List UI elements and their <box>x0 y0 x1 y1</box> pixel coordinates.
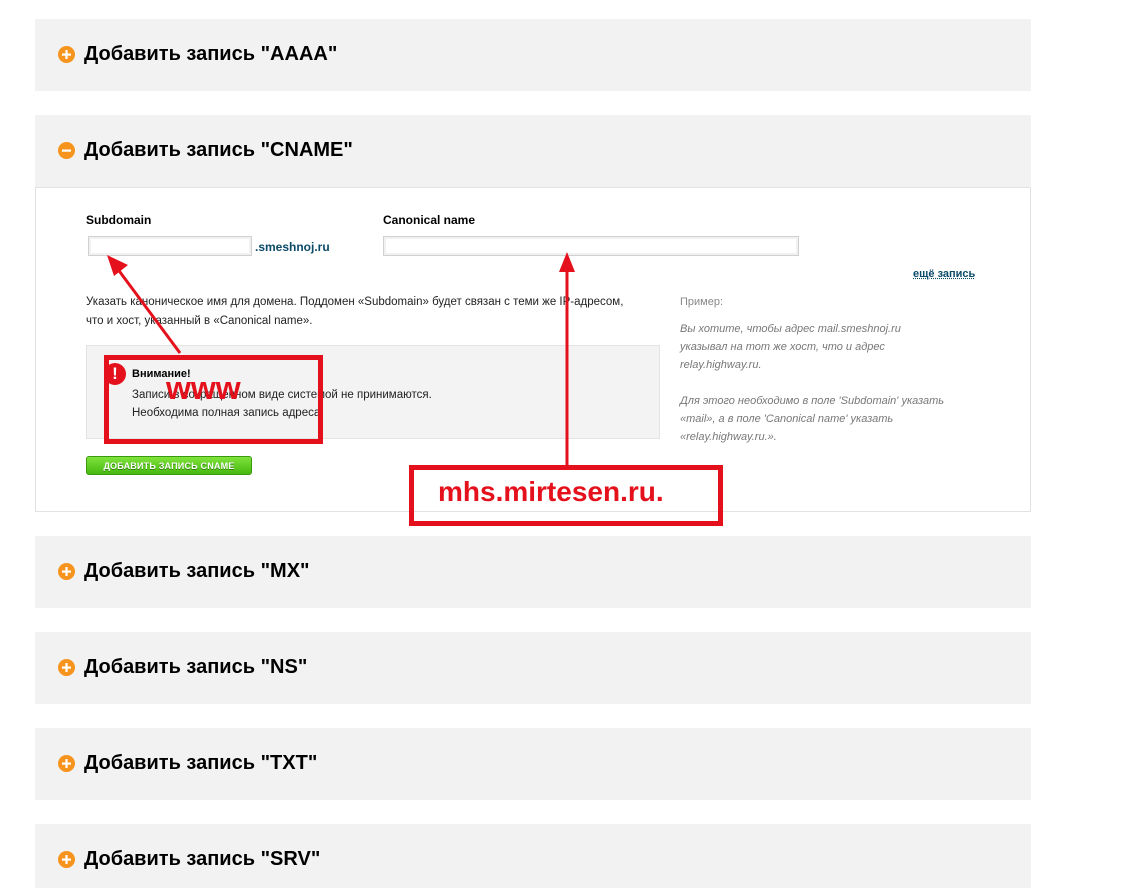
minus-icon[interactable] <box>58 142 75 159</box>
subdomain-input[interactable] <box>88 236 252 256</box>
example-line: «mail», а в поле 'Canonical name' указат… <box>680 413 894 425</box>
plus-icon[interactable] <box>58 851 75 868</box>
section-cname-title[interactable]: Добавить запись "CNAME" <box>84 139 353 162</box>
section-mx-title[interactable]: Добавить запись "MX" <box>84 560 310 583</box>
www-annotation-label: www <box>166 370 241 406</box>
section-aaaa-title[interactable]: Добавить запись "AAAA" <box>84 43 337 66</box>
canonical-name-label: Canonical name <box>383 213 476 227</box>
description-line: Указать каноническое имя для домена. Под… <box>86 296 624 308</box>
example-line: указывал на тот же хост, что и адрес <box>680 341 885 353</box>
example-block: Пример: Вы хотите, чтобы адрес mail.smes… <box>680 293 944 446</box>
cname-description: Указать каноническое имя для домена. Под… <box>86 293 623 331</box>
section-srv-title[interactable]: Добавить запись "SRV" <box>84 848 320 871</box>
add-cname-record-button[interactable]: ДОБАВИТЬ ЗАПИСЬ CNAME <box>86 456 252 475</box>
example-line: relay.highway.ru. <box>680 359 762 371</box>
subdomain-label: Subdomain <box>86 213 152 227</box>
plus-icon[interactable] <box>58 46 75 63</box>
section-txt-title[interactable]: Добавить запись "TXT" <box>84 752 317 775</box>
example-line: «relay.highway.ru.». <box>680 431 777 443</box>
target-annotation-label: mhs.mirtesen.ru. <box>438 476 664 507</box>
domain-suffix: .smeshnoj.ru <box>255 240 330 254</box>
example-line: Вы хотите, чтобы адрес mail.smeshnoj.ru <box>680 323 901 335</box>
description-line: что и хост, указанный в «Canonical name»… <box>86 315 313 327</box>
plus-icon[interactable] <box>58 563 75 580</box>
example-line: Для этого необходимо в поле 'Subdomain' … <box>680 395 945 407</box>
example-title: Пример: <box>680 296 724 308</box>
section-ns-title[interactable]: Добавить запись "NS" <box>84 656 307 679</box>
plus-icon[interactable] <box>58 659 75 676</box>
plus-icon[interactable] <box>58 755 75 772</box>
add-more-record-link[interactable]: ещё запись <box>913 268 975 280</box>
canonical-name-input[interactable] <box>383 236 799 256</box>
